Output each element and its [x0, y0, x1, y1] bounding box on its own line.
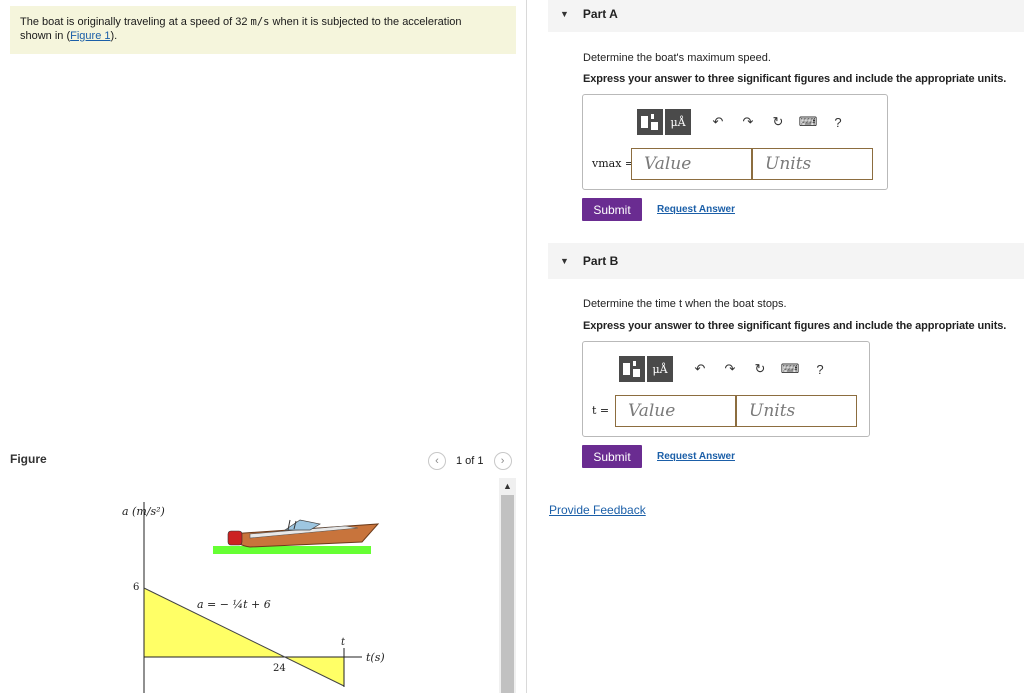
column-divider [526, 0, 527, 693]
t-label: t = [592, 404, 610, 417]
redo-icon[interactable]: ↷ [715, 356, 745, 382]
scroll-up-icon[interactable]: ▲ [499, 478, 516, 494]
part-a-submit-button[interactable]: Submit [582, 198, 642, 221]
reset-icon[interactable]: ↻ [745, 356, 775, 382]
provide-feedback-link[interactable]: Provide Feedback [549, 503, 646, 517]
keyboard-icon[interactable]: ⌨ [775, 356, 805, 382]
undo-icon[interactable]: ↶ [703, 109, 733, 135]
part-a-value-input[interactable]: Value [631, 148, 752, 180]
left-panel: The boat is originally traveling at a sp… [0, 0, 527, 693]
part-a-instruction: Express your answer to three significant… [583, 73, 1007, 85]
x-axis-label: t(s) [366, 651, 385, 664]
vmax-label: vmax = [592, 157, 635, 170]
keyboard-icon[interactable]: ⌨ [793, 109, 823, 135]
y-axis-label: a (m/s²) [122, 505, 165, 518]
part-b-submit-button[interactable]: Submit [582, 445, 642, 468]
units-palette-button[interactable]: μÅ [647, 356, 673, 382]
templates-icon [623, 361, 641, 377]
help-icon[interactable]: ? [823, 109, 853, 135]
undo-icon[interactable]: ↶ [685, 356, 715, 382]
part-b-title: Part B [582, 254, 619, 268]
t-marker-label: t [341, 637, 346, 648]
part-a-header[interactable]: ▼ Part A [548, 0, 1024, 32]
figure-count: 1 of 1 [456, 455, 484, 467]
next-figure-button[interactable]: › [493, 452, 512, 470]
part-b-question: Determine the time t when the boat stops… [583, 298, 787, 310]
figure-link[interactable]: Figure 1 [70, 30, 110, 42]
part-a-units-input[interactable]: Units [752, 148, 873, 180]
part-b-answer-box: μÅ ↶ ↷ ↻ ⌨ ? t = Value Units [582, 341, 870, 437]
part-b-instruction: Express your answer to three significant… [583, 320, 1007, 332]
units-palette-button[interactable]: μÅ [665, 109, 691, 135]
templates-button[interactable] [619, 356, 645, 382]
problem-text-cont: when it is subjected to the acceleration [269, 16, 462, 28]
acceleration-figure: a (m/s²) 6 24 t(s) t a = − ¼t + 6 [122, 502, 385, 693]
part-b-units-input[interactable]: Units [736, 395, 857, 427]
figure-pager: ‹ 1 of 1 › [428, 452, 512, 470]
part-a-answer-box: μÅ ↶ ↷ ↻ ⌨ ? vmax = Value Units [582, 94, 888, 190]
speed-unit: m/s [250, 16, 270, 28]
problem-text: The boat is originally traveling at a sp… [20, 16, 251, 28]
problem-text-end: ). [110, 30, 118, 42]
boat-illustration [213, 519, 380, 554]
part-b-value-input[interactable]: Value [615, 395, 736, 427]
redo-icon[interactable]: ↷ [733, 109, 763, 135]
help-icon[interactable]: ? [805, 356, 835, 382]
problem-statement: The boat is originally traveling at a sp… [10, 6, 516, 54]
reset-icon[interactable]: ↻ [763, 109, 793, 135]
templates-icon [641, 114, 659, 130]
x-tick-label: 24 [273, 663, 286, 674]
prev-figure-button[interactable]: ‹ [428, 452, 446, 470]
part-a-request-answer-link[interactable]: Request Answer [657, 204, 735, 215]
figure-scrollbar[interactable]: ▲ [499, 478, 516, 693]
part-b-request-answer-link[interactable]: Request Answer [657, 451, 735, 462]
collapse-triangle-icon[interactable]: ▼ [560, 9, 569, 19]
part-b-toolbar: μÅ ↶ ↷ ↻ ⌨ ? [619, 356, 835, 382]
templates-button[interactable] [637, 109, 663, 135]
part-b-header[interactable]: ▼ Part B [548, 243, 1024, 279]
y-tick-label: 6 [133, 582, 139, 593]
part-a-question: Determine the boat's maximum speed. [583, 52, 771, 64]
collapse-triangle-icon[interactable]: ▼ [560, 256, 569, 266]
scroll-thumb[interactable] [501, 495, 514, 693]
equation-label: a = − ¼t + 6 [197, 598, 271, 611]
part-a-toolbar: μÅ ↶ ↷ ↻ ⌨ ? [637, 109, 853, 135]
problem-text-line2: shown in ( [20, 30, 71, 42]
part-a-title: Part A [582, 7, 618, 21]
figure-heading: Figure [10, 452, 47, 466]
